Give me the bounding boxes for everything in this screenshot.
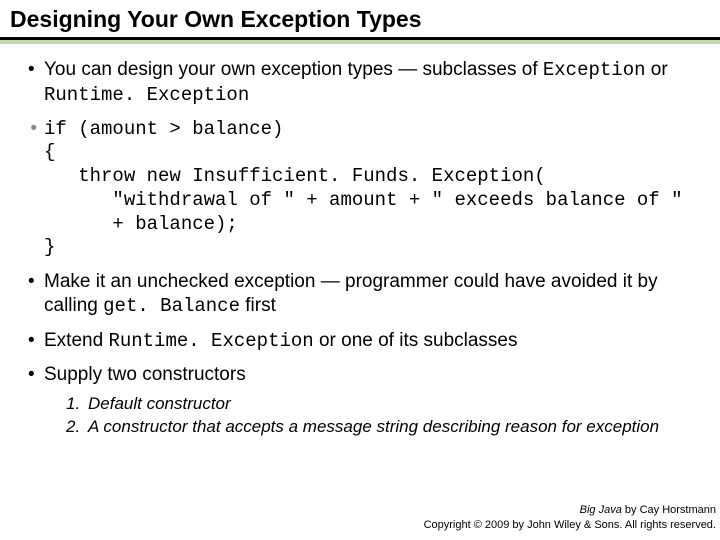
bullet-1-code-2: Runtime. Exception: [44, 84, 249, 106]
bullet-list: You can design your own exception types …: [24, 58, 696, 439]
sub-1-num: 1.: [66, 393, 80, 416]
sub-list: 1. Default constructor 2. A constructor th…: [44, 393, 696, 439]
sub-1-text: Default constructor: [88, 394, 231, 413]
bullet-5: Supply two constructors 1. Default constr…: [24, 363, 696, 439]
bullet-3-text-b: first: [240, 295, 276, 316]
sub-2-num: 2.: [66, 416, 80, 439]
footer: Big Java by Cay Horstmann Copyright © 20…: [424, 503, 716, 532]
slide-header: Designing Your Own Exception Types: [0, 0, 720, 40]
sub-item-2: 2. A constructor that accepts a message s…: [66, 416, 696, 439]
footer-author: by Cay Horstmann: [622, 504, 716, 516]
bullet-4-text-b: or one of its subclasses: [314, 330, 518, 351]
header-underline: [0, 40, 720, 44]
sub-2-text: A constructor that accepts a message str…: [88, 417, 659, 436]
slide-title: Designing Your Own Exception Types: [10, 6, 710, 33]
bullet-3: Make it an unchecked exception — program…: [24, 270, 696, 319]
bullet-4: Extend Runtime. Exception or one of its …: [24, 329, 696, 354]
slide-content: You can design your own exception types …: [0, 40, 720, 439]
sub-item-1: 1. Default constructor: [66, 393, 696, 416]
bullet-5-text: Supply two constructors: [44, 364, 246, 385]
book-title: Big Java: [580, 504, 622, 516]
footer-line-1: Big Java by Cay Horstmann: [424, 503, 716, 517]
bullet-1-text-a: You can design your own exception types …: [44, 59, 543, 80]
bullet-1-text-b: or: [646, 59, 668, 80]
bullet-1: You can design your own exception types …: [24, 58, 696, 108]
bullet-3-code: get. Balance: [103, 295, 240, 317]
bullet-4-text-a: Extend: [44, 330, 108, 351]
footer-copyright: Copyright © 2009 by John Wiley & Sons. A…: [424, 518, 716, 532]
bullet-1-code-1: Exception: [543, 59, 646, 81]
bullet-4-code: Runtime. Exception: [108, 330, 313, 352]
bullet-code: if (amount > balance) { throw new Insuff…: [24, 118, 696, 261]
